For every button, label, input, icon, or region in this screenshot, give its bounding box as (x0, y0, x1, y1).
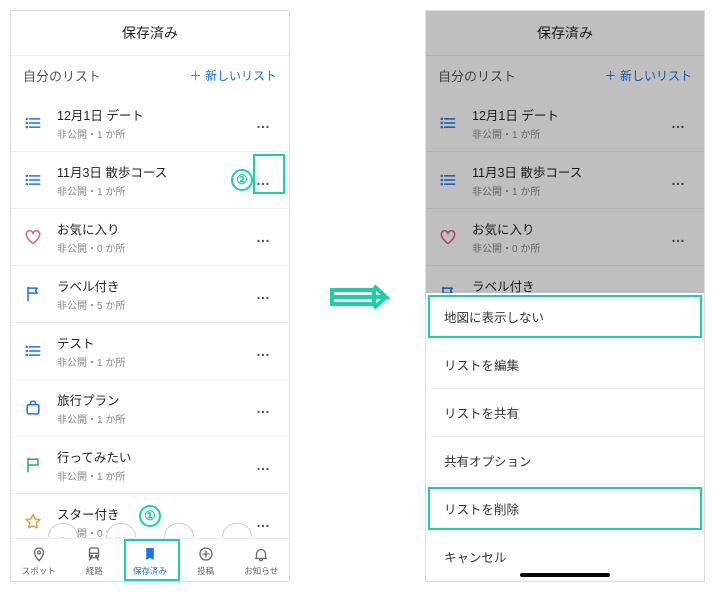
heart-icon (23, 227, 43, 247)
tab-bookmark[interactable]: 保存済み (122, 545, 178, 577)
list-text: 旅行プラン 非公開・1 か所 (57, 390, 250, 426)
list-item[interactable]: 11月3日 散歩コース 非公開・1 か所 … (426, 152, 704, 209)
list-item[interactable]: 11月3日 散歩コース 非公開・1 か所 … ② (11, 152, 289, 209)
tab-label: 経路 (86, 565, 103, 577)
sheet-item[interactable]: リストを共有 (426, 389, 704, 437)
tab-label: お知らせ (244, 565, 278, 577)
flag-icon (23, 284, 43, 304)
lists-container-left: 12月1日 デート 非公開・1 か所 … 11月3日 散歩コース 非公開・1 か… (11, 95, 289, 551)
more-button[interactable]: … (250, 396, 277, 420)
tab-label: 投稿 (197, 565, 214, 577)
more-button[interactable]: … (250, 282, 277, 306)
page-title-right: 保存済み (426, 11, 704, 56)
list-title: 11月3日 散歩コース (472, 162, 665, 181)
new-list-button-right[interactable]: ＋ 新しいリスト (605, 67, 692, 84)
more-button[interactable]: … (250, 339, 277, 363)
list-subtitle: 非公開・1 か所 (57, 126, 250, 141)
more-button[interactable]: … (250, 111, 277, 135)
sheet-item[interactable]: 地図に表示しない (426, 293, 704, 341)
list-item[interactable]: 行ってみたい 非公開・1 か所 … (11, 437, 289, 494)
new-list-button[interactable]: ＋ 新しいリスト (190, 67, 277, 84)
my-lists-heading-right: 自分のリスト (438, 66, 516, 85)
arrow-right-icon (330, 282, 390, 312)
list-item[interactable]: ラベル付き 非公開・5 か所 … (11, 266, 289, 323)
list-subtitle: 非公開・1 か所 (57, 468, 250, 483)
list-icon (23, 170, 43, 190)
bottom-tabbar: スポット 経路 保存済み 投稿 お知らせ (11, 538, 289, 581)
list-title: ラベル付き (57, 276, 250, 295)
list-title: テスト (57, 333, 250, 352)
list-subtitle: 非公開・1 か所 (57, 354, 250, 369)
list-text: 12月1日 デート 非公開・1 か所 (57, 105, 250, 141)
annotation-badge-1: ① (139, 505, 161, 527)
list-subtitle: 非公開・5 か所 (57, 297, 250, 312)
list-title: 12月1日 デート (57, 105, 250, 124)
more-button[interactable]: … (250, 225, 277, 249)
list-title: 旅行プラン (57, 390, 250, 409)
list-subtitle: 非公開・1 か所 (57, 183, 250, 198)
list-item[interactable]: 12月1日 デート 非公開・1 か所 … (11, 95, 289, 152)
my-lists-heading: 自分のリスト (23, 66, 101, 85)
tab-pin[interactable]: スポット (11, 545, 67, 577)
tab-bell[interactable]: お知らせ (233, 545, 289, 577)
list-text: 11月3日 散歩コース 非公開・1 か所 (57, 162, 250, 198)
phone-right: 保存済み 自分のリスト ＋ 新しいリスト 12月1日 デート 非公開・1 か所 … (425, 10, 705, 582)
more-button[interactable]: … (250, 510, 277, 534)
action-sheet: 地図に表示しないリストを編集リストを共有共有オプションリストを削除キャンセル (426, 293, 704, 581)
star-icon (23, 512, 43, 532)
list-title: お気に入り (57, 219, 250, 238)
list-item[interactable]: 12月1日 デート 非公開・1 か所 … (426, 95, 704, 152)
list-item[interactable]: お気に入り 非公開・0 か所 … (11, 209, 289, 266)
tab-label: 保存済み (133, 565, 167, 577)
list-subtitle: 非公開・0 か所 (472, 240, 665, 255)
more-button[interactable]: … (250, 168, 277, 192)
phone-left: 保存済み 自分のリスト ＋ 新しいリスト 12月1日 デート 非公開・1 か所 … (10, 10, 290, 582)
list-item[interactable]: テスト 非公開・1 か所 … (11, 323, 289, 380)
list-text: ラベル付き 非公開・5 か所 (57, 276, 250, 312)
home-indicator (520, 573, 610, 577)
heart-icon (438, 227, 458, 247)
tab-label: スポット (22, 565, 56, 577)
annotation-badge-2: ② (231, 169, 253, 191)
list-subtitle: 非公開・1 か所 (472, 183, 665, 198)
list-text: お気に入り 非公開・0 か所 (57, 219, 250, 255)
list-title: 11月3日 散歩コース (57, 162, 250, 181)
list-item[interactable]: 旅行プラン 非公開・1 か所 … (11, 380, 289, 437)
more-button[interactable]: … (250, 453, 277, 477)
list-title: お気に入り (472, 219, 665, 238)
page-title: 保存済み (11, 11, 289, 56)
list-text: 12月1日 デート 非公開・1 か所 (472, 105, 665, 141)
suitcase-icon (23, 398, 43, 418)
highlight-sheet-item (428, 487, 702, 530)
list-icon (23, 113, 43, 133)
sheet-item[interactable]: リストを編集 (426, 341, 704, 389)
list-title: 行ってみたい (57, 447, 250, 466)
tab-plus[interactable]: 投稿 (178, 545, 234, 577)
section-header-right: 自分のリスト ＋ 新しいリスト (426, 56, 704, 95)
list-subtitle: 非公開・1 か所 (472, 126, 665, 141)
list-icon (438, 113, 458, 133)
list-text: 行ってみたい 非公開・1 か所 (57, 447, 250, 483)
sheet-item[interactable]: 共有オプション (426, 437, 704, 485)
section-header: 自分のリスト ＋ 新しいリスト (11, 56, 289, 95)
sheet-item[interactable]: リストを削除 (426, 485, 704, 533)
list-subtitle: 非公開・0 か所 (57, 240, 250, 255)
list-text: 11月3日 散歩コース 非公開・1 か所 (472, 162, 665, 198)
highlight-sheet-item (428, 295, 702, 338)
list-subtitle: 非公開・1 か所 (57, 411, 250, 426)
list-title: 12月1日 デート (472, 105, 665, 124)
more-button[interactable]: … (665, 111, 692, 135)
arrow-svg (330, 282, 390, 312)
tab-train[interactable]: 経路 (67, 545, 123, 577)
gflag-icon (23, 455, 43, 475)
more-button[interactable]: … (665, 168, 692, 192)
list-icon (438, 170, 458, 190)
more-button[interactable]: … (665, 225, 692, 249)
list-item[interactable]: お気に入り 非公開・0 か所 … (426, 209, 704, 266)
list-text: お気に入り 非公開・0 か所 (472, 219, 665, 255)
list-icon (23, 341, 43, 361)
list-text: テスト 非公開・1 か所 (57, 333, 250, 369)
